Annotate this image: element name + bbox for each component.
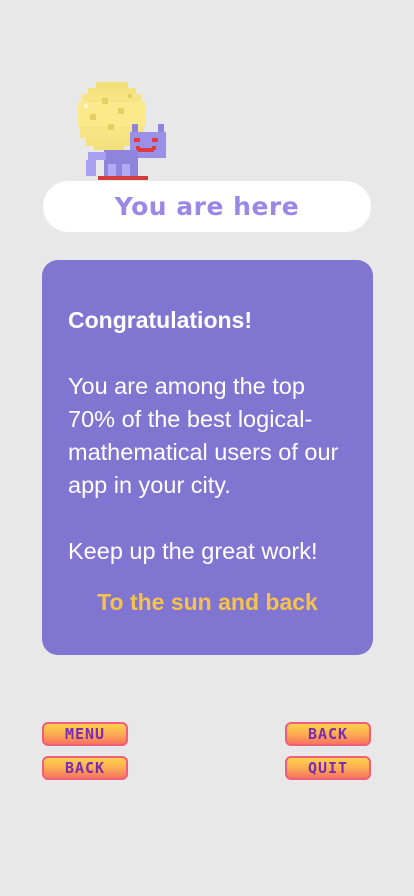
result-card: Congratulations! You are among the top 7… xyxy=(42,260,373,655)
back-button-right[interactable]: BACK xyxy=(285,722,371,746)
pixel-moon-cat-icon xyxy=(74,80,174,184)
menu-button[interactable]: MENU xyxy=(42,722,128,746)
back-button-left-label: BACK xyxy=(64,758,106,777)
badge-label: You are here xyxy=(114,192,300,221)
menu-button-label: MENU xyxy=(64,724,106,743)
back-button-left[interactable]: BACK xyxy=(42,756,128,780)
quit-button-label: QUIT xyxy=(307,758,349,777)
card-motto: To the sun and back xyxy=(97,589,318,615)
card-body: You are among the top 70% of the best lo… xyxy=(68,373,339,498)
card-heading: Congratulations! xyxy=(68,307,252,333)
back-button-right-label: BACK xyxy=(307,724,349,743)
quit-button[interactable]: QUIT xyxy=(285,756,371,780)
you-are-here-badge: You are here xyxy=(43,181,371,232)
card-encouragement: Keep up the great work! xyxy=(68,538,318,564)
